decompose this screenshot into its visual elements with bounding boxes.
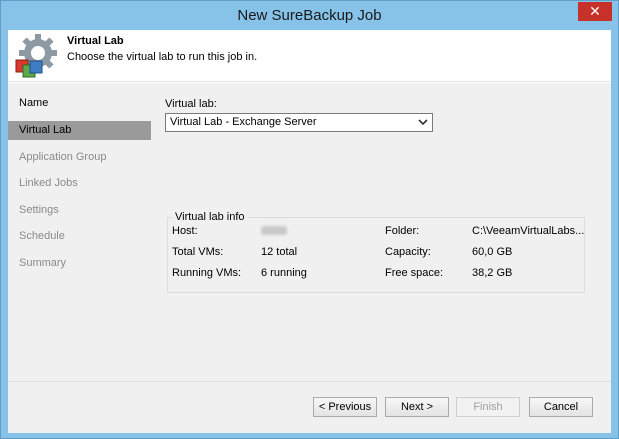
main-panel: Virtual lab: Virtual Lab - Exchange Serv…	[151, 83, 611, 381]
next-button[interactable]: Next >	[385, 397, 449, 417]
page-description: Choose the virtual lab to run this job i…	[67, 51, 258, 63]
close-button[interactable]: ✕	[578, 2, 612, 21]
host-value-redacted	[261, 226, 287, 238]
step-summary: Summary	[19, 257, 67, 269]
step-name[interactable]: Name	[8, 94, 151, 113]
folder-label: Folder:	[385, 225, 420, 237]
running-vms-label: Running VMs:	[172, 267, 242, 279]
step-application-group: Application Group	[19, 151, 107, 163]
step-settings: Settings	[19, 204, 59, 216]
wizard-client: Virtual Lab Choose the virtual lab to ru…	[8, 30, 611, 433]
virtual-lab-dropdown[interactable]: Virtual Lab - Exchange Server	[165, 113, 433, 132]
wizard-steps: Name Virtual Lab Application Group Linke…	[8, 83, 151, 381]
gear-cubes-icon	[14, 34, 60, 78]
window-title: New SureBackup Job	[237, 7, 382, 24]
running-vms-value: 6 running	[261, 267, 307, 279]
total-vms-label: Total VMs:	[172, 246, 224, 258]
free-space-label: Free space:	[385, 267, 444, 279]
capacity-value: 60,0 GB	[472, 246, 513, 258]
virtual-lab-selected: Virtual Lab - Exchange Server	[170, 116, 317, 128]
free-space-value: 38,2 GB	[472, 267, 513, 279]
chevron-down-icon	[417, 114, 429, 131]
title-bar: New SureBackup Job ✕	[1, 1, 618, 29]
cancel-button[interactable]: Cancel	[529, 397, 593, 417]
previous-button[interactable]: < Previous	[313, 397, 377, 417]
step-virtual-lab[interactable]: Virtual Lab	[8, 121, 151, 140]
virtual-lab-label: Virtual lab:	[165, 98, 217, 110]
total-vms-value: 12 total	[261, 246, 298, 258]
host-label: Host:	[172, 225, 198, 237]
wizard-window: New SureBackup Job ✕ Virtual Lab Choose …	[0, 0, 619, 439]
capacity-label: Capacity:	[385, 246, 431, 258]
info-legend: Virtual lab info	[172, 211, 248, 223]
folder-value: C:\VeeamVirtualLabs...	[472, 225, 585, 237]
wizard-header: Virtual Lab Choose the virtual lab to ru…	[8, 30, 611, 82]
step-schedule: Schedule	[19, 230, 65, 242]
virtual-lab-info-group: Virtual lab info Host: Total VMs: 12 tot…	[167, 211, 585, 293]
page-title: Virtual Lab	[67, 35, 124, 47]
finish-button: Finish	[456, 397, 520, 417]
wizard-footer: < Previous Next > Finish Cancel	[8, 381, 611, 433]
step-linked-jobs: Linked Jobs	[19, 177, 78, 189]
